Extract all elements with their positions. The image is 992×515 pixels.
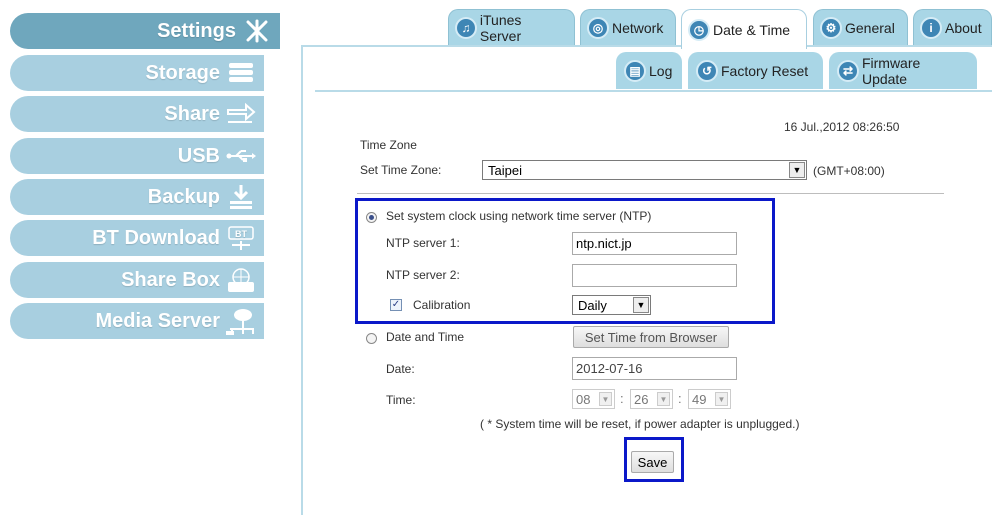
time-zone-select[interactable]: Taipei ▼ xyxy=(482,160,807,180)
chevron-down-icon: ▼ xyxy=(599,392,612,406)
power-note: ( * System time will be reset, if power … xyxy=(480,417,800,431)
set-time-from-browser-button[interactable]: Set Time from Browser xyxy=(573,326,729,348)
subtab-divider xyxy=(315,90,992,92)
tab-label: Network xyxy=(612,20,664,36)
ntp-option-label: Set system clock using network time serv… xyxy=(386,209,652,223)
time-separator: : xyxy=(620,391,624,406)
book-icon: ▤ xyxy=(624,59,646,82)
tab-date-time[interactable]: ◷ Date & Time xyxy=(681,9,807,49)
sidebar-item-label: Media Server xyxy=(95,309,220,332)
hour-select[interactable]: 08 ▼ xyxy=(572,389,615,409)
chevron-down-icon: ▼ xyxy=(715,392,728,406)
subtab-factory-reset[interactable]: ↺ Factory Reset xyxy=(688,52,823,89)
sidebar-item-settings[interactable]: Settings xyxy=(10,13,280,49)
chevron-down-icon: ▼ xyxy=(633,297,649,313)
sidebar-item-storage[interactable]: Storage xyxy=(10,55,264,91)
time-zone-value: Taipei xyxy=(488,162,522,178)
sidebar-item-usb[interactable]: USB xyxy=(10,138,264,174)
sidebar-item-label: USB xyxy=(177,144,220,167)
calibration-checkbox[interactable]: ✓ xyxy=(390,299,402,311)
time-separator: : xyxy=(678,391,682,406)
minute-select[interactable]: 26 ▼ xyxy=(630,389,673,409)
storage-icon xyxy=(226,60,256,86)
share-box-icon xyxy=(226,267,256,293)
tab-network[interactable]: ◎ Network xyxy=(580,9,676,46)
sidebar-item-label: BT Download xyxy=(92,226,220,249)
minute-value: 26 xyxy=(634,391,649,407)
time-label: Time: xyxy=(386,393,416,407)
network-icon: ◎ xyxy=(587,17,609,39)
sidebar-item-media-server[interactable]: Media Server xyxy=(10,303,264,339)
second-value: 49 xyxy=(692,391,707,407)
media-server-icon xyxy=(226,308,256,335)
tab-general[interactable]: ⚙ General xyxy=(813,9,908,46)
wrench-cross-icon xyxy=(242,18,272,44)
subtab-label: Factory Reset xyxy=(721,62,809,79)
bt-icon: BT xyxy=(226,225,256,251)
date-input[interactable]: 2012-07-16 xyxy=(572,357,737,380)
clock-icon: ◷ xyxy=(688,18,710,41)
sidebar-item-label: Backup xyxy=(147,185,220,208)
sidebar-item-label: Share xyxy=(164,102,220,125)
tab-about[interactable]: i About xyxy=(913,9,992,46)
sidebar-item-bt-download[interactable]: BT Download BT xyxy=(10,220,264,256)
sidebar-item-label: Storage xyxy=(145,61,220,84)
save-button[interactable]: Save xyxy=(631,451,674,473)
gears-icon: ⚙ xyxy=(820,17,842,39)
second-select[interactable]: 49 ▼ xyxy=(688,389,731,409)
panel-border xyxy=(301,45,303,515)
tab-label: iTunes Server xyxy=(479,12,522,44)
ntp2-label: NTP server 2: xyxy=(386,268,460,282)
music-note-icon: ♫ xyxy=(455,17,477,39)
date-label: Date: xyxy=(386,362,415,376)
tab-label: General xyxy=(845,20,895,36)
manual-option-label: Date and Time xyxy=(386,330,465,344)
current-datetime: 16 Jul.,2012 08:26:50 xyxy=(784,120,900,134)
subtab-log[interactable]: ▤ Log xyxy=(616,52,682,89)
sidebar: Settings Storage Share USB Backup BT Dow… xyxy=(0,0,300,515)
tab-label: About xyxy=(945,20,982,36)
calibration-value: Daily xyxy=(578,297,607,313)
usb-icon xyxy=(226,143,256,169)
hour-value: 08 xyxy=(576,391,591,407)
calibration-select[interactable]: Daily ▼ xyxy=(572,295,651,315)
tab-label: Date & Time xyxy=(713,21,791,38)
sidebar-item-label: Settings xyxy=(157,19,236,42)
svg-text:BT: BT xyxy=(235,229,247,239)
subtab-label: Log xyxy=(649,62,673,79)
chevron-down-icon: ▼ xyxy=(657,392,670,406)
sidebar-item-share-box[interactable]: Share Box xyxy=(10,262,264,298)
share-arrows-icon xyxy=(226,101,256,127)
update-icon: ⇄ xyxy=(837,59,859,82)
manual-radio[interactable] xyxy=(366,333,377,344)
ntp1-input[interactable]: ntp.nict.jp xyxy=(572,232,737,255)
ntp-radio[interactable] xyxy=(366,212,377,223)
sidebar-item-share[interactable]: Share xyxy=(10,96,264,132)
divider xyxy=(357,193,944,194)
backup-icon xyxy=(226,184,256,210)
chevron-down-icon: ▼ xyxy=(789,162,805,178)
set-time-zone-label: Set Time Zone: xyxy=(360,163,442,177)
reset-icon: ↺ xyxy=(696,59,718,82)
subtab-label: Firmware Update xyxy=(861,54,921,87)
calibration-label: Calibration xyxy=(413,298,471,312)
ntp1-label: NTP server 1: xyxy=(386,236,460,250)
sidebar-item-label: Share Box xyxy=(121,268,220,291)
subtab-firmware-update[interactable]: ⇄ Firmware Update xyxy=(829,52,977,89)
info-icon: i xyxy=(920,17,942,39)
tab-itunes-server[interactable]: ♫ iTunes Server xyxy=(448,9,575,46)
gmt-offset: (GMT+08:00) xyxy=(813,164,885,178)
panel-border xyxy=(301,45,992,47)
sidebar-item-backup[interactable]: Backup xyxy=(10,179,264,215)
ntp2-input[interactable] xyxy=(572,264,737,287)
time-zone-heading: Time Zone xyxy=(360,138,417,152)
